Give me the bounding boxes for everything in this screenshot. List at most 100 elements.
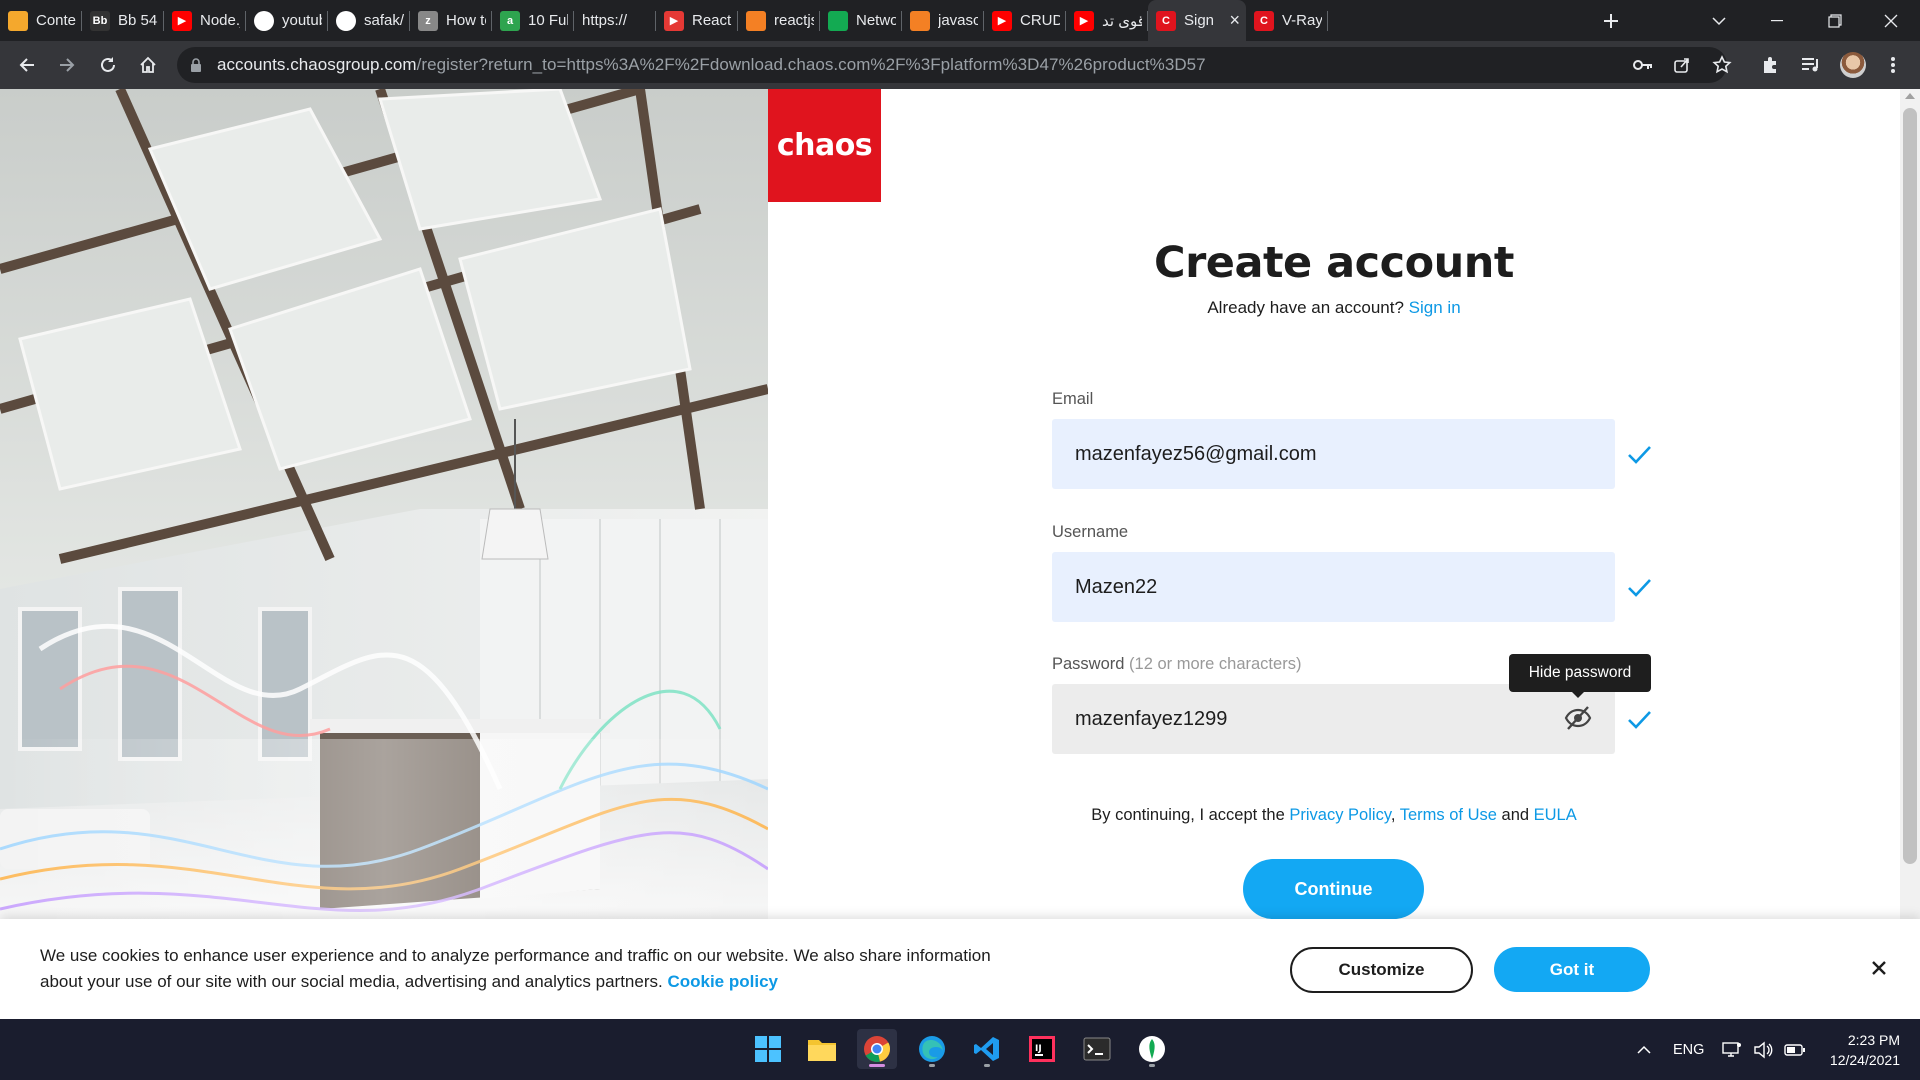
chevron-up-icon (1637, 1045, 1651, 1054)
scrollbar-thumb[interactable] (1903, 108, 1917, 864)
bookmark-button[interactable] (1707, 50, 1737, 80)
puzzle-icon (1764, 57, 1776, 73)
browser-tab[interactable]: https:// (574, 0, 656, 41)
terms-and: and (1501, 806, 1530, 824)
restore-icon (1828, 13, 1842, 28)
password-label-text: Password (1052, 655, 1125, 673)
tab-label: reactjs (774, 12, 814, 29)
system-clock[interactable]: 2:23 PM 12/24/2021 (1818, 1030, 1900, 1070)
browser-tab[interactable]: safak/y (328, 0, 410, 41)
password-field[interactable]: mazenfayez1299 (1052, 684, 1615, 754)
browser-tab[interactable]: ▶ Node.js (164, 0, 246, 41)
edge-icon (919, 1036, 945, 1062)
taskbar-file-explorer[interactable] (802, 1029, 842, 1069)
register-page: chaos Create account Already have an acc… (0, 89, 1920, 1019)
clock-date: 12/24/2021 (1829, 1052, 1900, 1068)
got-it-button[interactable]: Got it (1494, 947, 1650, 992)
lock-icon[interactable] (190, 58, 202, 78)
minimize-icon (1771, 19, 1783, 21)
forward-button[interactable] (47, 45, 87, 85)
cookie-policy-link[interactable]: Cookie policy (667, 972, 778, 991)
browser-tab[interactable]: Bb Bb 548991 (82, 0, 164, 41)
volume-icon[interactable] (1753, 1019, 1773, 1080)
browser-tab[interactable]: reactjs (738, 0, 820, 41)
tab-label: Networ (856, 12, 896, 29)
extensions-button[interactable] (1756, 50, 1786, 80)
username-label: Username (1052, 523, 1129, 541)
taskbar-chrome[interactable] (857, 1029, 897, 1069)
media-control-button[interactable] (1796, 50, 1826, 80)
browser-tab[interactable]: z How to (410, 0, 492, 41)
terms-of-use-link[interactable]: Terms of Use (1400, 806, 1497, 824)
tab-label: CRUD w (1020, 12, 1060, 29)
svg-text:IJ: IJ (1035, 1044, 1042, 1054)
browser-tab[interactable]: ▶ اقوى تد (1066, 0, 1148, 41)
chaos-logo[interactable]: chaos (768, 89, 881, 202)
password-key-button[interactable] (1628, 50, 1658, 80)
tab-search-button[interactable] (1690, 0, 1748, 41)
taskbar-edge[interactable] (912, 1029, 952, 1069)
profile-avatar[interactable] (1838, 50, 1868, 80)
browser-tab[interactable]: C Sign × (1148, 0, 1246, 41)
home-button[interactable] (128, 45, 168, 85)
restore-button[interactable] (1806, 0, 1864, 41)
network-icon[interactable] (1722, 1019, 1742, 1080)
battery-icon[interactable] (1784, 1019, 1806, 1080)
username-field[interactable]: Mazen22 (1052, 552, 1615, 622)
scroll-up-arrow-icon[interactable] (1905, 93, 1915, 99)
sign-in-link[interactable]: Sign in (1409, 298, 1461, 317)
reload-button[interactable] (88, 45, 128, 85)
notes-icon (8, 10, 28, 31)
youtube-icon: ▶ (1074, 10, 1094, 31)
taskbar-vscode[interactable] (967, 1029, 1007, 1069)
taskbar-mongodb-compass[interactable] (1132, 1029, 1172, 1069)
reload-icon (101, 57, 115, 72)
tray-overflow-button[interactable] (1636, 1019, 1652, 1080)
browser-tab[interactable]: ▶ CRUD w (984, 0, 1066, 41)
terms-prefix: By continuing, I accept the (1091, 806, 1285, 824)
tab-label: Conten (36, 12, 76, 29)
language-indicator[interactable]: ENG (1673, 1019, 1704, 1080)
browser-tab[interactable]: javascr (902, 0, 984, 41)
tab-label: youtub (282, 12, 322, 29)
customize-button[interactable]: Customize (1290, 947, 1473, 993)
email-value: mazenfayez56@gmail.com (1075, 442, 1317, 465)
eula-link[interactable]: EULA (1534, 806, 1577, 824)
browser-tab[interactable]: Networ (820, 0, 902, 41)
tab-strip: Conten Bb Bb 548991 ▶ Node.js youtub safak/y zH… (0, 0, 1920, 41)
stackoverflow-icon (910, 10, 930, 31)
share-button[interactable] (1667, 50, 1697, 80)
have-account-text: Already have an account? (1207, 298, 1404, 317)
browser-tab[interactable]: C V-Ray 5 (1246, 0, 1328, 41)
minimize-button[interactable] (1748, 0, 1806, 41)
url-host: accounts.chaosgroup.com (217, 55, 417, 74)
continue-button[interactable]: Continue (1243, 859, 1424, 919)
browser-tab[interactable]: a 10 Full (492, 0, 574, 41)
privacy-policy-link[interactable]: Privacy Policy (1289, 806, 1390, 824)
new-tab-button[interactable] (1591, 0, 1631, 41)
close-tab-icon[interactable]: × (1229, 10, 1240, 31)
file-explorer-icon (808, 1040, 836, 1061)
taskbar-terminal[interactable] (1077, 1029, 1117, 1069)
url-text[interactable]: accounts.chaosgroup.com/register?return_… (217, 55, 1206, 75)
tab-label: 10 Full (528, 12, 568, 29)
tab-label: safak/y (364, 12, 404, 29)
browser-tab[interactable]: ▶ React R (656, 0, 738, 41)
eye-slash-icon[interactable] (1563, 703, 1593, 733)
cookie-close-button[interactable] (1866, 955, 1892, 981)
github-icon (254, 10, 274, 31)
email-field[interactable]: mazenfayez56@gmail.com (1052, 419, 1615, 489)
playlist-icon (1802, 58, 1818, 72)
arrow-left-icon (19, 58, 34, 72)
close-window-button[interactable] (1862, 0, 1920, 41)
browser-tab[interactable]: Conten (0, 0, 82, 41)
back-button[interactable] (7, 45, 47, 85)
taskbar-intellij[interactable]: IJ (1022, 1029, 1062, 1069)
tab-label: اقوى تد (1102, 12, 1142, 30)
browser-tab[interactable]: youtub (246, 0, 328, 41)
arrow-right-icon (60, 58, 75, 72)
start-button[interactable] (748, 1029, 788, 1069)
plus-icon (1604, 13, 1618, 28)
browser-menu-button[interactable] (1878, 50, 1908, 80)
youtube-icon: ▶ (172, 10, 192, 31)
